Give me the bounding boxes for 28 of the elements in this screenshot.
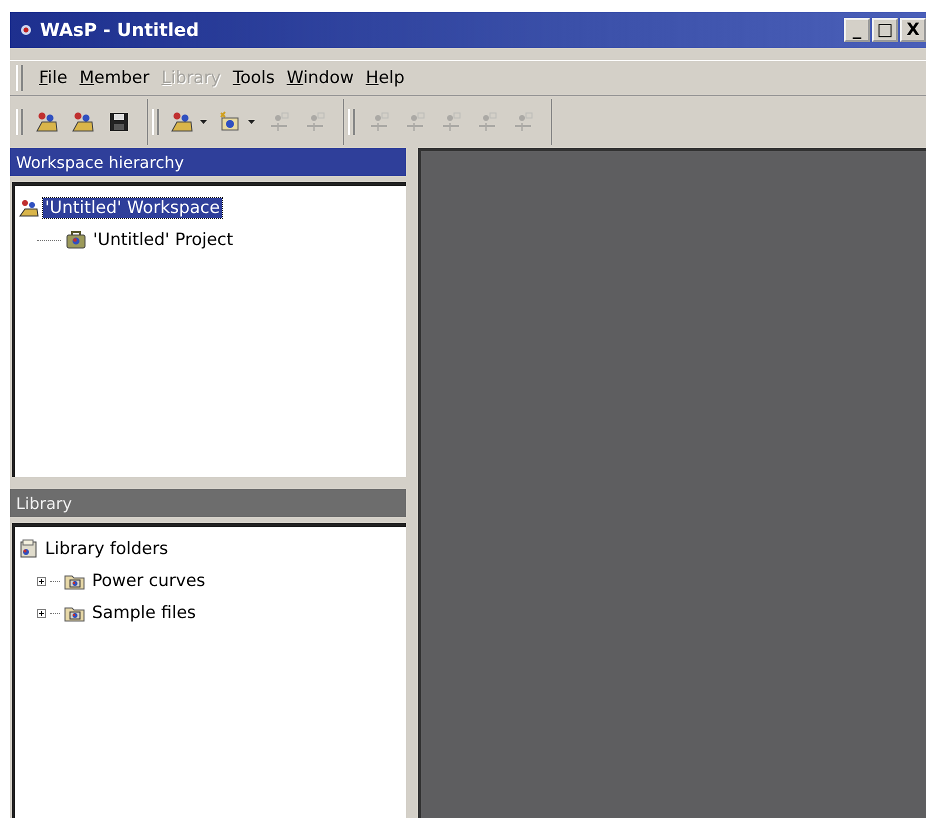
panel-header: Workspace hierarchy — [10, 148, 406, 176]
toolbar-grip[interactable] — [152, 109, 159, 135]
app-icon — [20, 24, 32, 36]
toolbar-grip[interactable] — [16, 109, 23, 135]
toolbar-grip[interactable] — [348, 109, 355, 135]
expand-icon[interactable] — [37, 608, 46, 618]
tree-item[interactable]: Power curves — [90, 571, 208, 591]
tree-item[interactable]: Sample files — [90, 603, 198, 623]
maximize-button[interactable]: □ — [872, 18, 898, 42]
people-icon — [19, 198, 39, 218]
menu-item[interactable]: Window — [286, 68, 354, 88]
panel-header: Library — [10, 489, 406, 517]
caret-icon — [200, 120, 207, 124]
menu-item[interactable]: Help — [366, 68, 405, 88]
menu-item[interactable]: File — [39, 68, 68, 88]
menu-item[interactable]: Tools — [232, 68, 275, 88]
tree-item[interactable]: 'Untitled' Workspace — [43, 198, 222, 218]
close-button[interactable]: X — [900, 18, 926, 42]
cabinet-icon — [19, 539, 39, 559]
briefcase-icon — [65, 230, 87, 250]
toolbar-grip[interactable] — [16, 65, 23, 91]
menu-item[interactable]: Member — [79, 68, 150, 88]
tree-item[interactable]: 'Untitled' Project — [91, 230, 236, 250]
caret-icon — [248, 120, 255, 124]
tree-item[interactable]: Library folders — [43, 539, 170, 559]
minimize-button[interactable]: _ — [844, 18, 870, 42]
expand-icon[interactable] — [37, 576, 46, 586]
window-title: WAsP - Untitled — [40, 20, 200, 40]
